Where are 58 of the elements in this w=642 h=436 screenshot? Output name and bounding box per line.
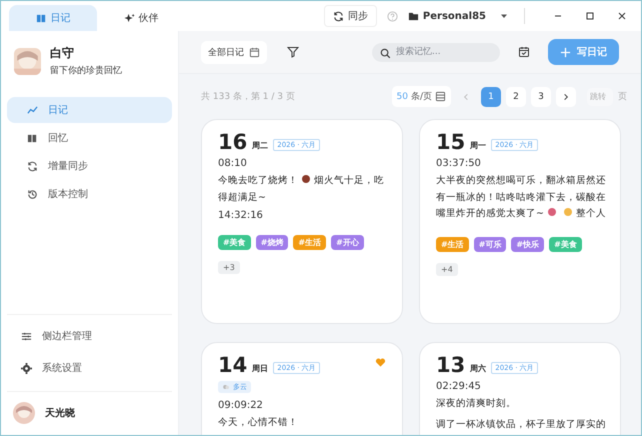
weekday: 周六 xyxy=(470,363,486,374)
sidebar-item[interactable]: 系统设置 xyxy=(13,355,166,381)
filter-icon[interactable] xyxy=(287,46,299,58)
entry-text: 大半夜的突然想喝可乐，翻冰箱居然还有一瓶冰的！咕咚咕咚灌下去，碳酸在嘴里炸开的感觉太爽了~ 整个人 xyxy=(436,174,607,222)
settings-icon xyxy=(21,362,32,374)
sparkle-icon xyxy=(124,12,134,24)
book-icon xyxy=(36,12,46,24)
entry-text: 调了一杯冰镇饮品，杯子里放了厚实的 xyxy=(436,418,607,432)
page-size-select[interactable]: 50 条/页 xyxy=(392,86,451,107)
history-icon xyxy=(27,188,38,200)
nav-item[interactable]: 增量同步 xyxy=(7,153,172,179)
jump-field[interactable]: 跳转 xyxy=(587,88,613,106)
entry-time: 08:10 xyxy=(218,158,248,169)
sync-icon xyxy=(332,10,344,22)
maximize-icon[interactable] xyxy=(585,11,595,21)
weekday: 周日 xyxy=(252,363,268,374)
sliders-icon xyxy=(21,330,32,342)
entry-time: 09:09:22 xyxy=(218,400,264,411)
entry-text: 今天，心情不错！ xyxy=(218,416,299,430)
sync-button[interactable]: 同步 xyxy=(324,5,377,27)
page-button[interactable]: 3 xyxy=(531,86,551,106)
profile-name: 白守 xyxy=(50,45,75,62)
more-tags-count[interactable]: +4 xyxy=(436,262,458,276)
workspace-dropdown[interactable]: Personal85 xyxy=(408,10,508,22)
calendar-icon xyxy=(249,46,260,58)
day-number: 15 xyxy=(436,132,466,153)
entry-time: 03:37:50 xyxy=(436,158,482,169)
sync-icon xyxy=(27,160,38,172)
weekday: 周一 xyxy=(470,140,486,151)
more-tags-count[interactable]: +3 xyxy=(218,261,240,274)
list-icon xyxy=(435,91,446,102)
sidebar-item[interactable]: 侧边栏管理 xyxy=(13,323,166,349)
search-field[interactable]: 搜索记忆... xyxy=(372,42,500,62)
caret-icon xyxy=(500,12,508,20)
day-number: 14 xyxy=(218,355,248,376)
profile-subtitle: 留下你的珍贵回忆 xyxy=(50,64,122,77)
nav-item[interactable]: 回忆 xyxy=(7,125,172,151)
entry-time: 14:32:16 xyxy=(218,210,264,222)
entry-count: 共 133 条，第 1 / 3 页 xyxy=(201,90,295,103)
book-icon xyxy=(27,132,38,144)
calendar-icon[interactable] xyxy=(518,46,530,58)
close-icon[interactable] xyxy=(617,11,627,21)
cloud-icon xyxy=(222,383,230,391)
folder-icon xyxy=(408,10,419,22)
page-button[interactable]: 2 xyxy=(506,86,526,106)
day-number: 16 xyxy=(218,132,248,153)
entry-text: 深夜的清爽时刻。 xyxy=(436,397,517,411)
plus-icon xyxy=(560,46,571,58)
all-diaries-button[interactable]: 全部日记 xyxy=(201,40,267,64)
top-tab[interactable]: 伙伴 xyxy=(97,5,185,31)
user-name: 天光晓 xyxy=(45,406,75,420)
page-unit: 页 xyxy=(618,91,627,103)
day-number: 13 xyxy=(436,355,466,376)
nav-item[interactable]: 版本控制 xyxy=(7,181,172,207)
entry-time: 02:29:45 xyxy=(436,381,482,392)
weekday: 周二 xyxy=(252,140,268,151)
entry-text: 今晚去吃了烧烤！ 烟火气十足，吃得超满足~ xyxy=(218,173,385,205)
chart-icon xyxy=(27,104,38,116)
